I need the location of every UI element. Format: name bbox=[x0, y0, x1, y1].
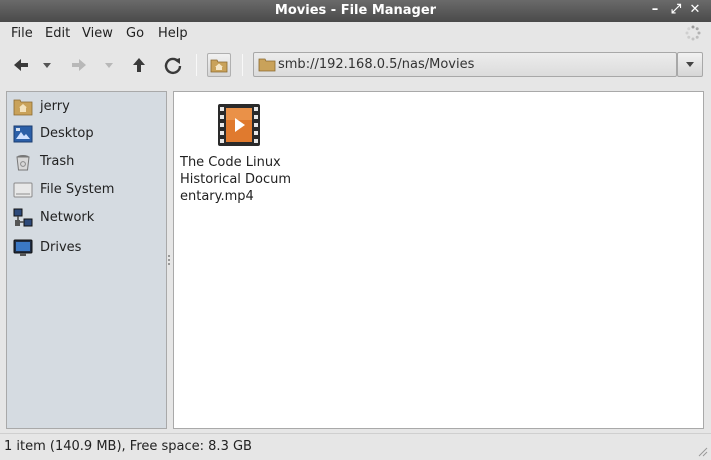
pane-splitter-handle[interactable] bbox=[168, 255, 171, 267]
toolbar-separator bbox=[242, 54, 243, 76]
menu-help[interactable]: Help bbox=[158, 26, 188, 41]
file-name: The Code Linux Historical Documentary.mp… bbox=[180, 155, 292, 204]
menu-view[interactable]: View bbox=[82, 26, 113, 41]
chevron-down-icon bbox=[686, 62, 694, 67]
sidebar-item-label: Desktop bbox=[40, 126, 94, 141]
title-bar[interactable]: Movies - File Manager – ⤢ ✕ bbox=[0, 0, 711, 22]
forward-history-dropdown[interactable] bbox=[102, 53, 116, 77]
resize-grip-icon[interactable] bbox=[698, 447, 708, 457]
network-icon bbox=[13, 208, 33, 227]
menu-edit[interactable]: Edit bbox=[45, 26, 70, 41]
file-item[interactable]: The Code Linux Historical Documentary.mp… bbox=[180, 102, 296, 205]
home-folder-icon bbox=[210, 59, 228, 73]
sidebar-item-filesystem[interactable]: File System bbox=[7, 177, 166, 203]
minimize-button[interactable]: – bbox=[647, 2, 663, 18]
home-folder-icon bbox=[13, 99, 33, 116]
location-path: smb://192.168.0.5/nas/Movies bbox=[278, 57, 475, 72]
back-button[interactable] bbox=[9, 53, 33, 77]
menu-bar: File Edit View Go Help bbox=[0, 22, 711, 44]
busy-spinner-icon bbox=[685, 25, 701, 41]
status-text: 1 item (140.9 MB), Free space: 8.3 GB bbox=[4, 439, 252, 454]
sidebar-item-label: Network bbox=[40, 210, 95, 225]
maximize-button[interactable]: ⤢ bbox=[668, 2, 684, 18]
location-dropdown-button[interactable] bbox=[677, 52, 703, 77]
folder-icon bbox=[258, 58, 276, 72]
file-view[interactable]: The Code Linux Historical Documentary.mp… bbox=[173, 91, 704, 429]
close-button[interactable]: ✕ bbox=[687, 2, 703, 18]
monitor-icon bbox=[13, 239, 33, 256]
file-manager-window: Movies - File Manager – ⤢ ✕ File Edit Vi… bbox=[0, 0, 711, 460]
sidebar-item-drives[interactable]: Drives bbox=[7, 235, 166, 261]
sidebar-item-label: Trash bbox=[40, 154, 75, 169]
sidebar: jerry Desktop Trash File System Network … bbox=[6, 91, 167, 429]
sidebar-item-label: Drives bbox=[40, 240, 82, 255]
sidebar-item-label: File System bbox=[40, 182, 115, 197]
home-button[interactable] bbox=[207, 53, 231, 77]
forward-button[interactable] bbox=[67, 53, 91, 77]
up-button[interactable] bbox=[127, 53, 151, 77]
status-bar: 1 item (140.9 MB), Free space: 8.3 GB bbox=[0, 433, 711, 460]
sidebar-item-label: jerry bbox=[40, 99, 70, 114]
menu-go[interactable]: Go bbox=[126, 26, 144, 41]
location-bar[interactable]: smb://192.168.0.5/nas/Movies bbox=[253, 52, 677, 77]
sidebar-item-trash[interactable]: Trash bbox=[7, 149, 166, 175]
trash-icon bbox=[16, 155, 30, 171]
reload-button[interactable] bbox=[161, 53, 185, 77]
desktop-icon bbox=[13, 125, 33, 143]
menu-file[interactable]: File bbox=[11, 26, 33, 41]
toolbar-separator bbox=[196, 54, 197, 76]
window-title: Movies - File Manager bbox=[274, 3, 437, 18]
harddisk-icon bbox=[13, 182, 33, 198]
sidebar-item-desktop[interactable]: Desktop bbox=[7, 121, 166, 147]
video-file-icon bbox=[218, 104, 260, 146]
sidebar-item-network[interactable]: Network bbox=[7, 205, 166, 231]
sidebar-item-home[interactable]: jerry bbox=[7, 94, 166, 120]
back-history-dropdown[interactable] bbox=[40, 53, 54, 77]
